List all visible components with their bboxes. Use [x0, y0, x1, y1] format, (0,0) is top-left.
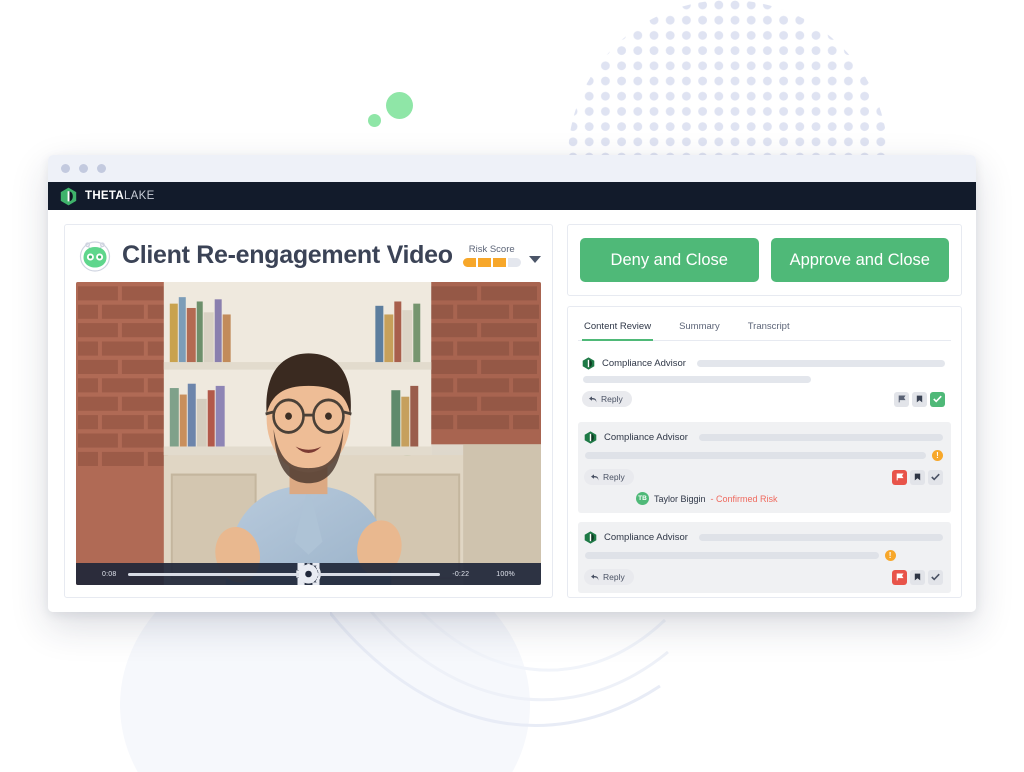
video-panel: Client Re-engagement Video Risk Score 0:… — [64, 224, 553, 598]
warning-badge: ! — [884, 550, 896, 561]
window-minimize-dot[interactable] — [79, 164, 88, 173]
window-titlebar — [48, 155, 976, 182]
flag-icon[interactable] — [892, 569, 907, 585]
green-circle-small-decoration — [368, 114, 381, 127]
brand-light: LAKE — [123, 190, 155, 202]
comment-header: Compliance Advisor — [584, 431, 943, 444]
page-root: THETALAKE Client Re-engagement Video Ris… — [0, 0, 1024, 772]
comment-text-placeholder — [698, 434, 943, 441]
video-controls: 0:08 -0:22 5 — [76, 563, 541, 585]
browser-window: THETALAKE Client Re-engagement Video Ris… — [48, 155, 976, 612]
risk-score-bar — [462, 257, 521, 267]
window-maximize-dot[interactable] — [97, 164, 106, 173]
reply-button-label: Reply — [601, 394, 623, 404]
status-badge: - Confirmed Risk — [710, 493, 778, 504]
comment-item: Compliance Advisor Reply — [578, 351, 951, 413]
avatar: TB — [636, 492, 649, 505]
comment-text-placeholder — [698, 534, 943, 541]
reply-button[interactable]: Reply — [582, 391, 632, 407]
reply-button[interactable]: Reply — [584, 469, 634, 485]
reply-button[interactable]: Reply — [584, 569, 634, 585]
window-close-dot[interactable] — [61, 164, 70, 173]
comment-author: Compliance Advisor — [604, 432, 688, 443]
swoosh-lines-decoration — [330, 590, 669, 727]
video-title-row: Client Re-engagement Video Risk Score — [76, 236, 541, 282]
app-header: THETALAKE — [48, 182, 976, 210]
video-player[interactable]: 0:08 -0:22 5 — [76, 282, 541, 585]
risk-score-meter: Risk Score — [462, 243, 521, 267]
comment-actions — [892, 469, 943, 485]
flag-icon[interactable] — [894, 391, 909, 407]
comment-text-placeholder — [583, 376, 812, 383]
comment-item: Compliance Advisor ! — [578, 422, 951, 513]
approve-and-close-button[interactable]: Approve and Close — [770, 238, 949, 282]
bot-avatar-icon — [79, 241, 111, 272]
comment-footer: Reply — [584, 569, 943, 585]
comment-header: Compliance Advisor — [584, 531, 943, 544]
comment-body: ! — [584, 550, 943, 561]
reply-arrow-icon — [591, 473, 599, 481]
reply-author: Taylor Biggin — [654, 493, 706, 504]
compliance-advisor-icon — [584, 531, 597, 544]
risk-score-label: Risk Score — [468, 243, 515, 255]
dotted-dome-decoration — [568, 0, 888, 158]
bookmark-icon[interactable] — [912, 391, 927, 407]
check-icon[interactable] — [928, 469, 943, 485]
comment-footer: Reply — [584, 469, 943, 485]
flag-icon[interactable] — [892, 469, 907, 485]
warning-badge: ! — [932, 450, 943, 461]
reply-button-label: Reply — [603, 472, 625, 482]
compliance-advisor-icon — [582, 357, 595, 370]
reply-arrow-icon — [591, 573, 599, 581]
reply-button-label: Reply — [603, 572, 625, 582]
risk-segment-3 — [492, 257, 506, 267]
comment-body — [582, 376, 945, 383]
risk-segment-4 — [507, 257, 521, 267]
comment-actions — [894, 391, 945, 407]
deny-and-close-button[interactable]: Deny and Close — [580, 238, 759, 282]
risk-segment-1 — [462, 257, 476, 267]
comment-list: Compliance Advisor Reply Compliance Advi… — [578, 341, 951, 593]
brand-wordmark: THETALAKE — [85, 190, 155, 202]
comment-text-placeholder — [585, 552, 879, 559]
comment-footer: Reply — [582, 391, 945, 407]
compliance-advisor-icon — [584, 431, 597, 444]
comment-actions — [892, 569, 943, 585]
brand-bold: THETA — [85, 190, 124, 202]
review-tabs: Content Review Summary Transcript — [578, 319, 951, 341]
comment-author: Compliance Advisor — [602, 358, 686, 369]
green-circle-large-decoration — [386, 92, 413, 119]
tab-content-review[interactable]: Content Review — [582, 319, 654, 341]
page-title: Client Re-engagement Video — [122, 240, 453, 269]
check-icon[interactable] — [928, 569, 943, 585]
decision-actions: Deny and Close Approve and Close — [567, 224, 962, 296]
theta-lake-hexagon-logo-icon — [60, 187, 77, 205]
comment-text-placeholder — [696, 360, 945, 367]
window-body: Client Re-engagement Video Risk Score 0:… — [48, 210, 976, 612]
content-review-card: Content Review Summary Transcript Compli… — [567, 306, 962, 598]
comment-text-placeholder — [585, 452, 926, 459]
comment-header: Compliance Advisor — [582, 357, 945, 370]
check-icon[interactable] — [930, 391, 945, 407]
comment-reply: TB Taylor Biggin - Confirmed Risk — [584, 492, 943, 505]
risk-segment-2 — [477, 257, 491, 267]
comment-body: ! — [584, 450, 943, 461]
bookmark-icon[interactable] — [910, 469, 925, 485]
comment-item: Compliance Advisor ! — [578, 522, 951, 593]
reply-arrow-icon — [589, 395, 597, 403]
bookmark-icon[interactable] — [910, 569, 925, 585]
review-panel: Deny and Close Approve and Close Content… — [567, 224, 962, 598]
comment-author: Compliance Advisor — [604, 532, 688, 543]
pale-pill-decoration — [188, 667, 309, 772]
chevron-down-icon[interactable] — [528, 256, 541, 263]
tab-summary[interactable]: Summary — [677, 319, 722, 341]
risk-score-control[interactable]: Risk Score — [462, 243, 543, 267]
tab-transcript[interactable]: Transcript — [746, 319, 792, 341]
